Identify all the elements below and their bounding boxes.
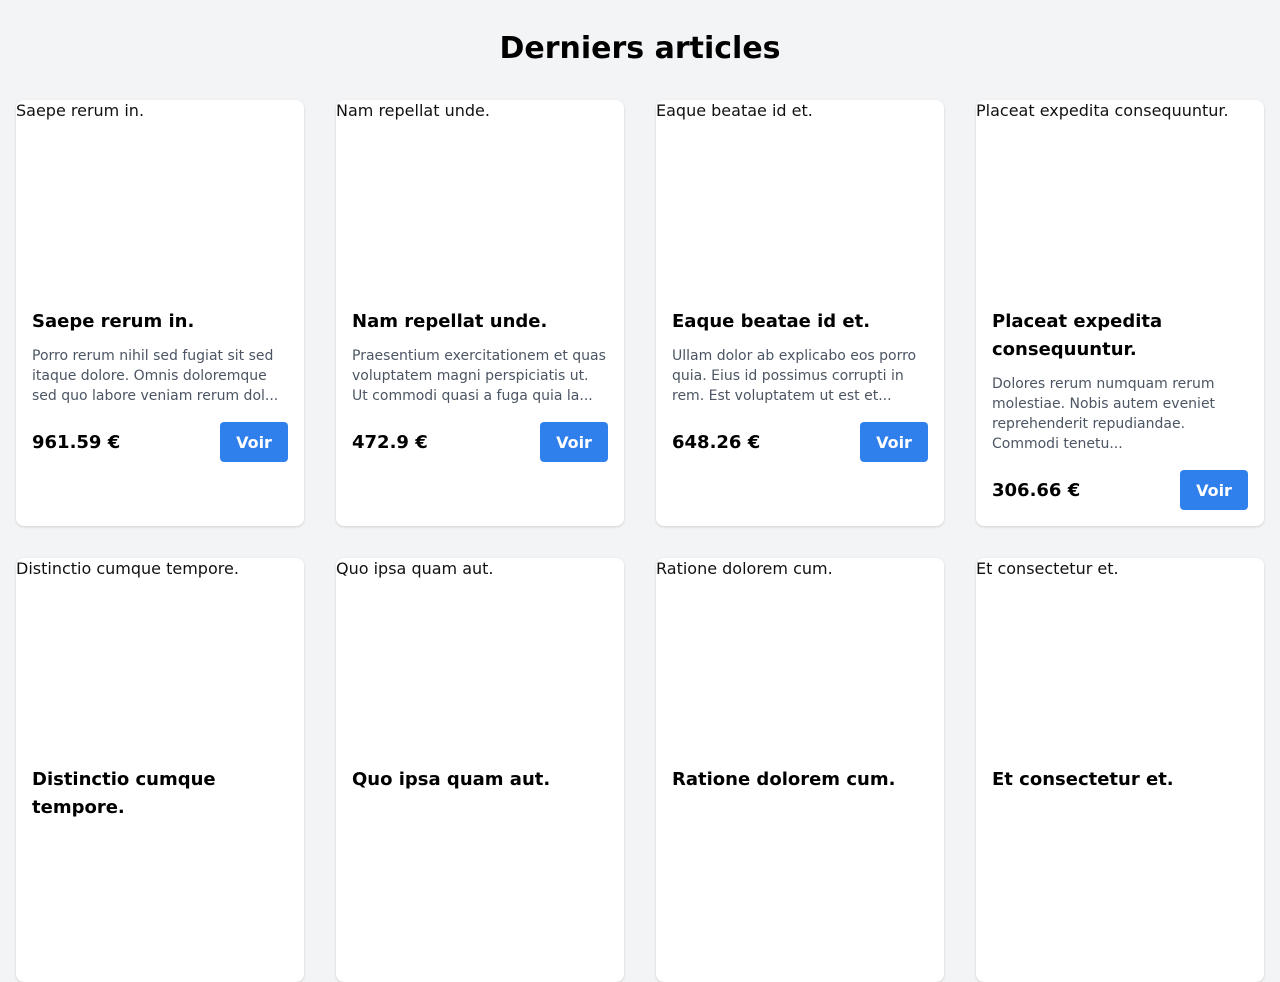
- voir-button[interactable]: Voir: [860, 422, 928, 462]
- image-alt-text: Quo ipsa quam aut.: [336, 559, 494, 578]
- article-card: Quo ipsa quam aut. Quo ipsa quam aut.: [336, 558, 624, 982]
- article-image: Nam repellat unde.: [336, 100, 624, 300]
- article-title: Saepe rerum in.: [32, 311, 195, 332]
- article-card: Placeat expedita consequuntur. Placeat e…: [976, 100, 1264, 526]
- image-alt-text: Distinctio cumque tempore.: [16, 559, 239, 578]
- article-title: Nam repellat unde.: [352, 311, 548, 332]
- image-alt-text: Placeat expedita consequuntur.: [976, 101, 1229, 120]
- article-title: Et consectetur et.: [992, 769, 1174, 790]
- article-image: Placeat expedita consequuntur.: [976, 100, 1264, 300]
- voir-button[interactable]: Voir: [1180, 470, 1248, 510]
- article-description: Ullam dolor ab explicabo eos porro quia.…: [672, 348, 917, 404]
- article-image: Saepe rerum in.: [16, 100, 304, 300]
- card-body: Nam repellat unde. Praesentium exercitat…: [336, 300, 624, 478]
- article-price: 648.26 €: [672, 431, 761, 453]
- article-description: Dolores rerum numquam rerum molestiae. N…: [992, 376, 1216, 452]
- image-alt-text: Et consectetur et.: [976, 559, 1119, 578]
- article-price: 961.59 €: [32, 431, 121, 453]
- article-image: Ratione dolorem cum.: [656, 558, 944, 758]
- article-title: Placeat expedita consequuntur.: [992, 311, 1163, 360]
- card-body: Saepe rerum in. Porro rerum nihil sed fu…: [16, 300, 304, 478]
- card-body: Et consectetur et.: [976, 758, 1264, 810]
- card-body: Quo ipsa quam aut.: [336, 758, 624, 810]
- card-body: Eaque beatae id et. Ullam dolor ab expli…: [656, 300, 944, 478]
- article-title: Quo ipsa quam aut.: [352, 769, 551, 790]
- article-card: Distinctio cumque tempore. Distinctio cu…: [16, 558, 304, 982]
- voir-button[interactable]: Voir: [220, 422, 288, 462]
- card-body: Placeat expedita consequuntur. Dolores r…: [976, 300, 1264, 526]
- article-price: 472.9 €: [352, 431, 428, 453]
- article-grid: Saepe rerum in. Saepe rerum in. Porro re…: [16, 100, 1264, 982]
- article-title: Eaque beatae id et.: [672, 311, 871, 332]
- article-description: Porro rerum nihil sed fugiat sit sed ita…: [32, 348, 279, 404]
- article-card: Et consectetur et. Et consectetur et.: [976, 558, 1264, 982]
- article-card: Nam repellat unde. Nam repellat unde. Pr…: [336, 100, 624, 526]
- image-alt-text: Nam repellat unde.: [336, 101, 490, 120]
- voir-button[interactable]: Voir: [540, 422, 608, 462]
- article-title: Ratione dolorem cum.: [672, 769, 896, 790]
- article-title: Distinctio cumque tempore.: [32, 769, 216, 818]
- page-title: Derniers articles: [499, 31, 781, 66]
- article-card: Saepe rerum in. Saepe rerum in. Porro re…: [16, 100, 304, 526]
- image-alt-text: Ratione dolorem cum.: [656, 559, 833, 578]
- image-alt-text: Saepe rerum in.: [16, 101, 145, 120]
- card-body: Ratione dolorem cum.: [656, 758, 944, 810]
- article-image: Distinctio cumque tempore.: [16, 558, 304, 758]
- article-price: 306.66 €: [992, 479, 1081, 501]
- card-footer: 306.66 € Voir: [992, 470, 1248, 510]
- article-description: Praesentium exercitationem et quas volup…: [352, 348, 606, 404]
- article-image: Et consectetur et.: [976, 558, 1264, 758]
- article-card: Ratione dolorem cum. Ratione dolorem cum…: [656, 558, 944, 982]
- article-image: Eaque beatae id et.: [656, 100, 944, 300]
- card-footer: 961.59 € Voir: [32, 422, 288, 462]
- article-image: Quo ipsa quam aut.: [336, 558, 624, 758]
- article-card: Eaque beatae id et. Eaque beatae id et. …: [656, 100, 944, 526]
- card-body: Distinctio cumque tempore.: [16, 758, 304, 838]
- card-footer: 648.26 € Voir: [672, 422, 928, 462]
- image-alt-text: Eaque beatae id et.: [656, 101, 813, 120]
- card-footer: 472.9 € Voir: [352, 422, 608, 462]
